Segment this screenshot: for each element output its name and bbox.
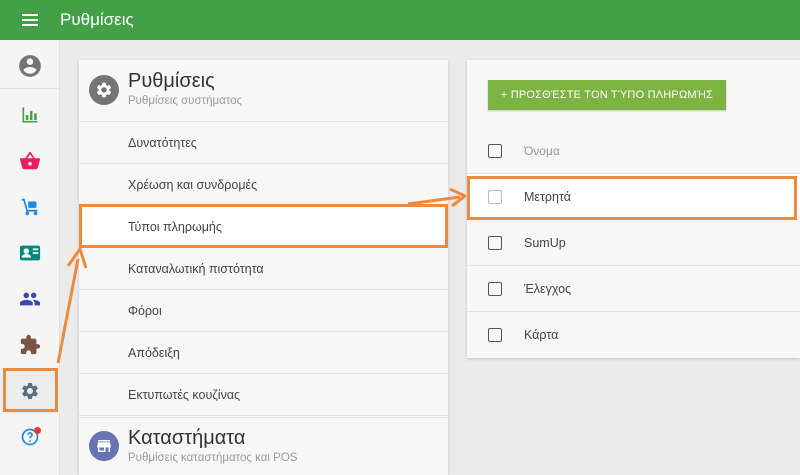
stores-header[interactable]: Καταστήματα Ρυθμίσεις καταστήματος και P… xyxy=(79,417,448,475)
top-app-bar: Ρυθμίσεις xyxy=(0,0,800,40)
gear-icon xyxy=(96,82,112,98)
arrow-line-1 xyxy=(56,258,80,364)
nav-rail xyxy=(0,40,60,475)
select-all-checkbox[interactable] xyxy=(488,143,502,158)
bar-chart-icon xyxy=(22,107,38,123)
settings-item-features[interactable]: Δυνατότητες xyxy=(79,122,448,164)
menu-item-label: Εκτυπωτές κουζίνας xyxy=(128,387,241,402)
page-title: Ρυθμίσεις xyxy=(60,10,134,29)
settings-item-loyalty[interactable]: Καταναλωτική πιστότητα xyxy=(79,248,448,290)
table-row[interactable]: Έλεγχος xyxy=(467,266,800,312)
settings-title: Ρυθμίσεις xyxy=(128,70,215,92)
settings-item-payment-types[interactable]: Τύποι πληρωμής xyxy=(79,206,448,248)
settings-subtitle: Ρυθμίσεις συστήματος xyxy=(128,95,243,107)
table-row[interactable]: Κάρτα xyxy=(467,312,800,358)
stores-subtitle: Ρυθμίσεις καταστήματος και POS xyxy=(128,452,298,464)
payment-type-name: Έλεγχος xyxy=(524,281,572,296)
payment-type-name: Κάρτα xyxy=(524,328,559,342)
settings-item-receipt[interactable]: Απόδειξη xyxy=(79,332,448,374)
column-header-name: Όνομα xyxy=(524,143,560,158)
table-header: Όνομα xyxy=(467,128,800,174)
stores-header-icon xyxy=(89,431,119,461)
nav-settings[interactable] xyxy=(0,368,60,414)
store-icon xyxy=(97,440,111,452)
settings-header-icon xyxy=(89,75,119,105)
menu-item-label: Καταναλωτική πιστότητα xyxy=(128,261,264,276)
settings-item-billing[interactable]: Χρέωση και συνδρομές xyxy=(79,164,448,206)
puzzle-icon xyxy=(20,334,41,355)
payment-types-panel: + ΠΡΟΣΘΈΣΤΕ ΤΟΝ ΤΎΠΟ ΠΛΗΡΩΜΉΣ Όνομα Μετρ… xyxy=(467,60,800,358)
table-row[interactable]: Μετρητά xyxy=(467,174,800,220)
menu-icon[interactable] xyxy=(0,0,60,40)
row-checkbox[interactable] xyxy=(488,235,502,250)
nav-help[interactable] xyxy=(0,414,60,460)
contact-card-icon xyxy=(19,245,41,261)
nav-employees[interactable] xyxy=(0,230,60,276)
nav-account[interactable] xyxy=(0,43,60,89)
notification-dot xyxy=(34,427,41,434)
nav-reports[interactable] xyxy=(0,92,60,138)
menu-item-label: Δυνατότητες xyxy=(128,135,197,150)
row-checkbox[interactable] xyxy=(488,189,502,204)
payment-type-name: Μετρητά xyxy=(524,189,571,204)
basket-icon xyxy=(19,151,41,170)
row-checkbox[interactable] xyxy=(488,281,502,296)
settings-panel: Ρυθμίσεις Ρυθμίσεις συστήματος Δυνατότητ… xyxy=(79,60,448,475)
arrow-head-2 xyxy=(449,187,467,208)
hand-truck-icon xyxy=(21,198,38,216)
nav-inventory[interactable] xyxy=(0,184,60,230)
add-payment-type-button[interactable]: + ΠΡΟΣΘΈΣΤΕ ΤΟΝ ΤΎΠΟ ΠΛΗΡΩΜΉΣ xyxy=(488,80,726,110)
menu-item-label: Τύποι πληρωμής xyxy=(128,219,222,234)
table-row[interactable]: SumUp xyxy=(467,220,800,266)
account-circle-icon xyxy=(19,54,41,77)
menu-item-label: Απόδειξη xyxy=(128,345,180,360)
settings-item-kitchen-printers[interactable]: Εκτυπωτές κουζίνας xyxy=(79,374,448,416)
nav-integrations[interactable] xyxy=(0,322,60,368)
stores-title: Καταστήματα xyxy=(128,427,246,449)
row-checkbox[interactable] xyxy=(488,328,502,342)
people-icon xyxy=(19,292,41,306)
menu-item-label: Φόροι xyxy=(128,303,162,318)
settings-header: Ρυθμίσεις Ρυθμίσεις συστήματος xyxy=(79,60,448,122)
gear-icon xyxy=(22,382,38,399)
nav-customers[interactable] xyxy=(0,276,60,322)
settings-item-taxes[interactable]: Φόροι xyxy=(79,290,448,332)
payment-type-name: SumUp xyxy=(524,235,566,250)
menu-item-label: Χρέωση και συνδρομές xyxy=(128,177,258,192)
nav-sales[interactable] xyxy=(0,138,60,184)
